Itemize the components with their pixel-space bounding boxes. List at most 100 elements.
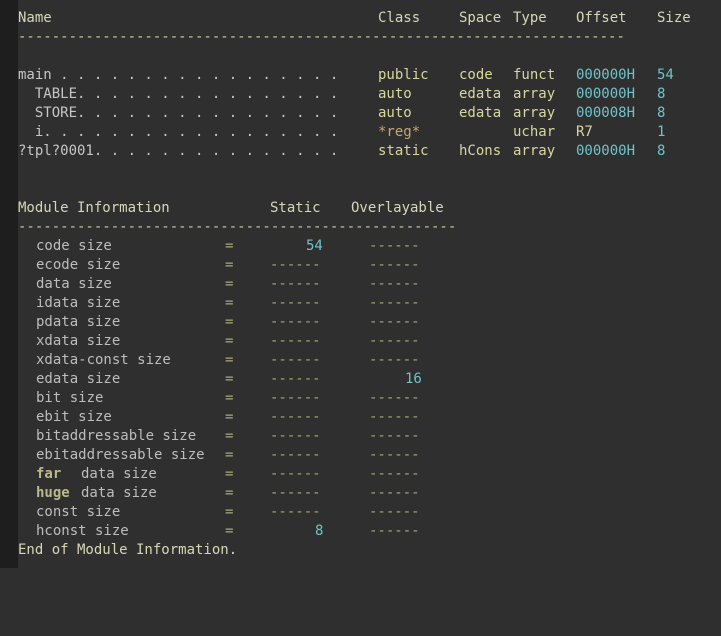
module-overlay-value: ------ bbox=[369, 390, 420, 406]
symbol-type: funct bbox=[513, 67, 556, 83]
list-item: pdata size = ------ ------ bbox=[18, 313, 420, 332]
module-static-value: ------ bbox=[270, 257, 321, 273]
module-overlay-value: ------ bbox=[369, 314, 420, 330]
symbol-type: uchar bbox=[513, 124, 556, 140]
module-eq: = bbox=[225, 257, 234, 273]
module-label-keyword: far bbox=[36, 466, 62, 482]
col-type-header: Type bbox=[513, 10, 547, 26]
module-eq: = bbox=[225, 485, 234, 501]
module-overlay-value: ------ bbox=[369, 352, 420, 368]
module-overlay-value: ------ bbox=[369, 333, 420, 349]
list-item: ebitaddressable size = ------ ------ bbox=[18, 446, 420, 465]
col-class-header: Class bbox=[378, 10, 421, 26]
module-label: data size bbox=[81, 485, 157, 501]
list-item: ebit size = ------ ------ bbox=[18, 408, 420, 427]
symbol-class: auto bbox=[378, 86, 412, 102]
module-eq: = bbox=[225, 276, 234, 292]
module-label: xdata size bbox=[36, 333, 121, 349]
list-item: data size = ------ ------ bbox=[18, 275, 420, 294]
module-eq: = bbox=[225, 295, 234, 311]
module-overlay-value: ------ bbox=[369, 257, 420, 273]
symbol-name: TABLE. . . . . . . . . . . . . . . . bbox=[18, 86, 339, 102]
module-label: hconst size bbox=[36, 523, 129, 539]
module-static-value: ------ bbox=[270, 314, 321, 330]
list-item: idata size = ------ ------ bbox=[18, 294, 420, 313]
module-static-value: ------ bbox=[270, 352, 321, 368]
col-size-header: Size bbox=[657, 10, 691, 26]
module-static-value: ------ bbox=[270, 276, 321, 292]
symbol-type: array bbox=[513, 105, 556, 121]
module-eq: = bbox=[225, 409, 234, 425]
module-overlay-value: ------ bbox=[369, 276, 420, 292]
module-label: pdata size bbox=[36, 314, 121, 330]
list-item: ecode size = ------ ------ bbox=[18, 256, 420, 275]
module-static-value: 54 bbox=[306, 238, 323, 254]
module-eq: = bbox=[225, 371, 234, 387]
table-row: main . . . . . . . . . . . . . . . . . p… bbox=[18, 66, 674, 85]
symbol-space: code bbox=[459, 67, 493, 83]
module-eq: = bbox=[225, 238, 234, 254]
col-space-header: Space bbox=[459, 10, 502, 26]
symbol-space: edata bbox=[459, 86, 502, 102]
symbol-offset: 000000H bbox=[576, 67, 636, 83]
module-eq: = bbox=[225, 447, 234, 463]
symbol-offset: 000000H bbox=[576, 86, 636, 102]
module-info-header: Module Information Static Overlayable bbox=[18, 199, 444, 218]
module-static-value: ------ bbox=[270, 485, 321, 501]
module-overlay-value: ------ bbox=[369, 466, 420, 482]
module-overlay-value: ------ bbox=[369, 428, 420, 444]
module-overlay-value: 16 bbox=[405, 371, 422, 387]
module-label: ecode size bbox=[36, 257, 121, 273]
listing-editor[interactable]: Name Class Space Type Offset Size ------… bbox=[18, 0, 721, 568]
symbol-size: 8 bbox=[657, 143, 666, 159]
symbol-space: hCons bbox=[459, 143, 502, 159]
symbol-name: ?tpl?0001. . . . . . . . . . . . . . . bbox=[18, 143, 339, 159]
module-label: idata size bbox=[36, 295, 121, 311]
list-item: code size = 54 ------ bbox=[18, 237, 420, 256]
module-static-value: ------ bbox=[270, 409, 321, 425]
module-overlay-value: ------ bbox=[369, 295, 420, 311]
table-row: i. . . . . . . . . . . . . . . . . . *re… bbox=[18, 123, 666, 142]
module-eq: = bbox=[225, 352, 234, 368]
module-static-value: ------ bbox=[270, 371, 321, 387]
list-item: hconst size = 8 ------ bbox=[18, 522, 420, 541]
symbol-offset: 000000H bbox=[576, 143, 636, 159]
module-static-value: ------ bbox=[270, 295, 321, 311]
symbol-type: array bbox=[513, 86, 556, 102]
module-label: data size bbox=[36, 276, 112, 292]
list-item: xdata size = ------ ------ bbox=[18, 332, 420, 351]
symbol-offset: 000008H bbox=[576, 105, 636, 121]
col-name-header: Name bbox=[18, 10, 52, 26]
list-item: edata size = ------ 16 bbox=[18, 370, 422, 389]
symbol-class: *reg* bbox=[378, 124, 421, 140]
list-item: far data size = ------ ------ bbox=[18, 465, 420, 484]
module-label: code size bbox=[36, 238, 112, 254]
module-eq: = bbox=[225, 504, 234, 520]
symbol-class: auto bbox=[378, 105, 412, 121]
list-item: bitaddressable size = ------ ------ bbox=[18, 427, 420, 446]
module-info-separator: ----------------------------------------… bbox=[18, 219, 457, 235]
module-eq: = bbox=[225, 428, 234, 444]
module-label: ebitaddressable size bbox=[36, 447, 205, 463]
module-label: bitaddressable size bbox=[36, 428, 197, 444]
module-static-value: ------ bbox=[270, 333, 321, 349]
module-label: xdata-const size bbox=[36, 352, 171, 368]
module-static-value: ------ bbox=[270, 447, 321, 463]
module-static-value: ------ bbox=[270, 466, 321, 482]
module-overlay-value: ------ bbox=[369, 447, 420, 463]
list-item: xdata-const size = ------ ------ bbox=[18, 351, 420, 370]
module-overlay-value: ------ bbox=[369, 523, 420, 539]
module-static-value: ------ bbox=[270, 504, 321, 520]
symbol-class: static bbox=[378, 143, 429, 159]
col-static-header: Static bbox=[270, 200, 321, 216]
list-item: bit size = ------ ------ bbox=[18, 389, 420, 408]
col-offset-header: Offset bbox=[576, 10, 627, 26]
table-row: STORE. . . . . . . . . . . . . . . . aut… bbox=[18, 104, 666, 123]
editor-gutter bbox=[0, 0, 18, 568]
symbol-table-header: Name Class Space Type Offset Size bbox=[18, 9, 691, 28]
module-label: bit size bbox=[36, 390, 104, 406]
module-label: edata size bbox=[36, 371, 121, 387]
module-overlay-value: ------ bbox=[369, 504, 420, 520]
module-static-value: ------ bbox=[270, 390, 321, 406]
symbol-name: i. . . . . . . . . . . . . . . . . . bbox=[18, 124, 339, 140]
